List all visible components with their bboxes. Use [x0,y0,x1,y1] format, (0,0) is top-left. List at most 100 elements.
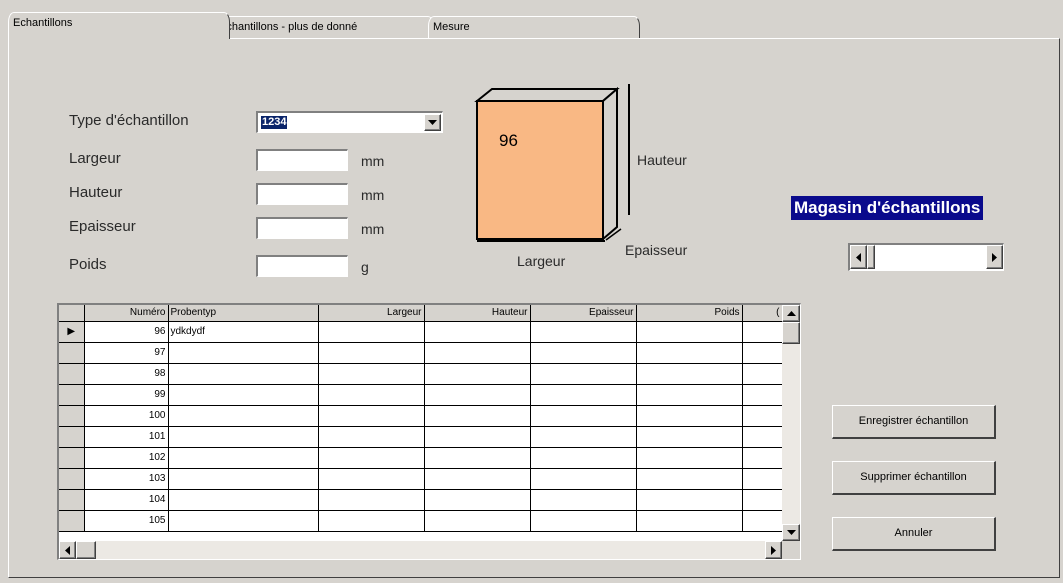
cell[interactable] [530,426,637,448]
scroll-up-icon[interactable] [782,305,800,322]
row-selector[interactable] [59,426,85,448]
cell[interactable] [424,342,531,364]
cell-numero[interactable]: 105 [84,510,169,532]
cell[interactable] [636,405,743,427]
col-header-probentyp[interactable]: Probentyp [168,305,319,322]
cell[interactable] [636,468,743,490]
cell[interactable] [636,489,743,511]
cell[interactable] [318,510,425,532]
grid-horizontal-scrollbar[interactable] [59,541,782,559]
save-sample-button[interactable]: Enregistrer échantillon [832,405,996,439]
cell[interactable] [742,405,783,427]
cell[interactable] [424,510,531,532]
grid-vertical-scrollbar[interactable] [782,305,800,541]
cell-numero[interactable]: 103 [84,468,169,490]
col-header-extra[interactable]: ( [742,305,783,322]
scroll-right-icon[interactable] [765,541,782,559]
cell-probentyp[interactable] [168,489,319,511]
cell-probentyp[interactable] [168,405,319,427]
cell[interactable] [530,489,637,511]
cell[interactable] [424,468,531,490]
tab-echantillons[interactable]: Echantillons [8,12,230,39]
cell[interactable] [424,489,531,511]
cell[interactable] [530,405,637,427]
cell[interactable] [318,447,425,469]
scroll-left-icon[interactable] [850,245,867,269]
cell-probentyp[interactable] [168,468,319,490]
col-header-epaisseur[interactable]: Epaisseur [530,305,637,322]
scroll-left-icon[interactable] [59,541,76,559]
row-selector[interactable] [59,405,85,427]
cell[interactable] [636,384,743,406]
table-row[interactable]: 98 [59,363,783,385]
cell-numero[interactable]: 102 [84,447,169,469]
row-selector[interactable] [59,384,85,406]
samples-grid[interactable]: Numéro Probentyp Largeur Hauteur Epaisse… [57,303,801,560]
poids-input[interactable] [256,255,348,277]
magasin-scrollbar[interactable] [848,243,1004,271]
table-row[interactable]: 100 [59,405,783,427]
scroll-down-icon[interactable] [782,524,800,541]
horizontal-scroll-thumb[interactable] [76,541,96,559]
tab-echantillons-plus[interactable]: Echantillons - plus de donné [214,16,434,38]
cell-probentyp[interactable] [168,510,319,532]
table-row[interactable]: ▶ 96 ydkdydf [59,321,783,343]
cell[interactable] [742,384,783,406]
cell[interactable] [424,426,531,448]
cell-probentyp[interactable] [168,342,319,364]
epaisseur-input[interactable] [256,217,348,239]
cell[interactable] [530,510,637,532]
cell[interactable] [636,342,743,364]
cell[interactable] [530,363,637,385]
cell-probentyp[interactable]: ydkdydf [168,321,319,343]
col-header-largeur[interactable]: Largeur [318,305,425,322]
table-row[interactable]: 99 [59,384,783,406]
cell[interactable] [530,447,637,469]
vertical-scroll-thumb[interactable] [782,322,800,344]
row-selector[interactable] [59,468,85,490]
cell-numero[interactable]: 101 [84,426,169,448]
cell-numero[interactable]: 96 [84,321,169,343]
row-selector[interactable] [59,342,85,364]
cell-probentyp[interactable] [168,426,319,448]
cell[interactable] [530,321,637,343]
cell-numero[interactable]: 97 [84,342,169,364]
cell[interactable] [318,468,425,490]
cell[interactable] [742,363,783,385]
current-row-icon[interactable]: ▶ [59,321,85,343]
cell[interactable] [742,447,783,469]
cell[interactable] [530,468,637,490]
cell[interactable] [636,363,743,385]
cell[interactable] [636,321,743,343]
cell[interactable] [742,489,783,511]
cell[interactable] [424,405,531,427]
cell[interactable] [318,321,425,343]
cell[interactable] [318,342,425,364]
cell-probentyp[interactable] [168,363,319,385]
cell[interactable] [424,447,531,469]
cell[interactable] [636,510,743,532]
row-selector[interactable] [59,510,85,532]
cancel-button[interactable]: Annuler [832,517,996,551]
table-row[interactable]: 104 [59,489,783,511]
cell-numero[interactable]: 100 [84,405,169,427]
scroll-right-icon[interactable] [986,245,1003,269]
tab-mesure[interactable]: Mesure [428,16,640,38]
row-selector[interactable] [59,363,85,385]
cell[interactable] [636,447,743,469]
cell[interactable] [318,405,425,427]
cell-probentyp[interactable] [168,384,319,406]
table-row[interactable]: 105 [59,510,783,532]
largeur-input[interactable] [256,149,348,171]
row-selector[interactable] [59,489,85,511]
delete-sample-button[interactable]: Supprimer échantillon [832,461,996,495]
cell[interactable] [636,426,743,448]
table-row[interactable]: 103 [59,468,783,490]
cell[interactable] [742,510,783,532]
cell[interactable] [530,384,637,406]
cell[interactable] [530,342,637,364]
row-selector[interactable] [59,447,85,469]
cell[interactable] [742,342,783,364]
hauteur-input[interactable] [256,183,348,205]
cell-numero[interactable]: 98 [84,363,169,385]
